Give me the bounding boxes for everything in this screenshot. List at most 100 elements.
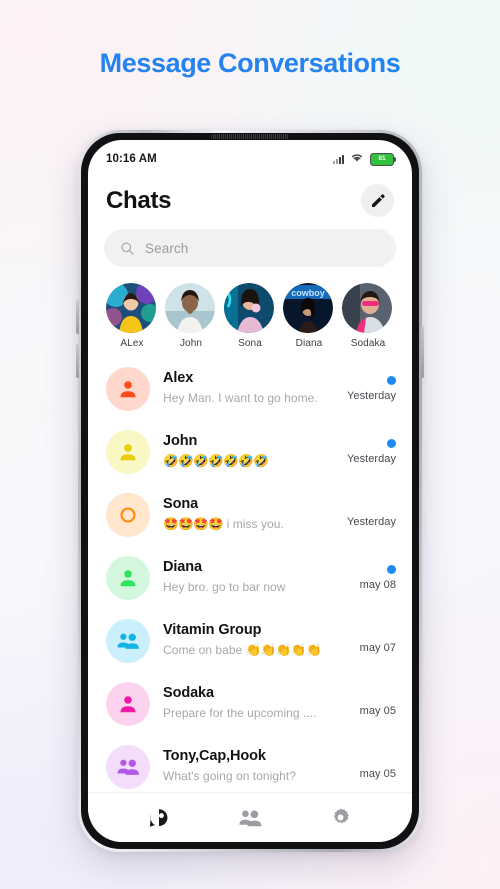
chat-list: Alex Hey Man. I want to go home. Yesterd… (88, 355, 412, 798)
battery-level: 81 (378, 154, 386, 162)
chat-meta: may 07 (342, 628, 396, 654)
battery-icon: 81 (370, 152, 397, 166)
stories-row: ALex John Sona cowboy Diana Sodaka (88, 273, 412, 355)
nav-chats-tab[interactable] (136, 801, 182, 835)
story-item[interactable]: cowboy Diana (283, 283, 335, 349)
story-name: John (179, 338, 203, 349)
chat-name: Sona (163, 496, 199, 513)
phone-mockup: 10:16 AM 81 Chats Search ALex John Sona … (76, 130, 424, 852)
chat-text: Sona 🤩🤩🤩🤩 i miss you. (163, 495, 329, 533)
chat-meta: may 05 (342, 691, 396, 717)
phone-screen: 10:16 AM 81 Chats Search ALex John Sona … (88, 140, 412, 842)
chat-preview: Come on babe 👏👏👏👏👏 (163, 641, 329, 660)
chat-name: Vitamin Group (163, 622, 262, 639)
chat-preview: 🤣🤣🤣🤣🤣🤣🤣 (163, 452, 329, 471)
chat-time: may 05 (359, 767, 396, 780)
chat-preview-emoji: 🤩🤩🤩🤩 (163, 516, 224, 531)
chat-text: Sodaka Prepare for the upcoming .... (163, 684, 329, 722)
story-item[interactable]: Sona (224, 283, 276, 349)
avatar (106, 681, 150, 726)
chat-time: may 07 (359, 641, 396, 654)
story-avatar[interactable] (342, 283, 392, 333)
group-icon (117, 759, 139, 775)
app-header: Chats (88, 172, 412, 221)
chat-preview: Hey bro. go to bar now (163, 578, 329, 597)
ring-icon (120, 506, 136, 523)
story-avatar[interactable] (224, 283, 274, 333)
chat-list-item[interactable]: Diana Hey bro. go to bar now may 08 (88, 546, 412, 609)
chat-preview: Prepare for the upcoming .... (163, 704, 329, 723)
story-item[interactable]: Sodaka (342, 283, 394, 349)
chat-preview-text: Hey bro. go to bar now (163, 579, 286, 594)
chat-preview-emoji: 🤣🤣🤣🤣🤣🤣🤣 (163, 453, 269, 468)
chat-name: Diana (163, 559, 202, 576)
compose-button[interactable] (361, 184, 394, 217)
avatar (106, 366, 150, 411)
svg-text:cowboy: cowboy (291, 288, 325, 298)
chat-time: Yesterday (347, 389, 396, 402)
nav-contacts-tab[interactable] (227, 801, 273, 835)
unread-badge (387, 375, 396, 385)
story-item[interactable]: ALex (106, 283, 158, 349)
chat-preview-text: Come on babe (163, 642, 246, 657)
person-icon (120, 380, 136, 397)
chat-time: may 05 (359, 704, 396, 717)
chat-list-item[interactable]: Alex Hey Man. I want to go home. Yesterd… (88, 357, 412, 420)
cellular-signal-icon (333, 154, 344, 164)
chat-text: Alex Hey Man. I want to go home. (163, 369, 329, 407)
story-avatar[interactable] (165, 283, 215, 333)
chat-time: Yesterday (347, 452, 396, 465)
chat-preview-text: Hey Man. I want to go home. (163, 390, 318, 405)
group-icon (117, 633, 139, 649)
volume-up-button[interactable] (76, 300, 79, 334)
person-icon (120, 443, 136, 460)
chat-meta: Yesterday (342, 438, 396, 465)
chat-name: Tony,Cap,Hook (163, 748, 266, 765)
gear-icon (334, 808, 349, 824)
bottom-navigation (88, 792, 412, 842)
status-bar: 10:16 AM 81 (88, 140, 412, 172)
avatar (106, 618, 150, 663)
chat-list-item[interactable]: Tony,Cap,Hook What's going on tonight? m… (88, 735, 412, 798)
unread-badge (387, 438, 396, 448)
story-name: Diana (295, 338, 323, 349)
chat-list-item[interactable]: Sodaka Prepare for the upcoming .... may… (88, 672, 412, 735)
power-button[interactable] (421, 326, 424, 378)
page-title: Message Conversations (99, 48, 401, 78)
avatar (106, 492, 150, 537)
nav-settings-tab[interactable] (318, 801, 364, 835)
unread-badge (387, 564, 396, 574)
avatar (106, 555, 150, 600)
chat-meta: Yesterday (342, 502, 396, 528)
chat-text: John 🤣🤣🤣🤣🤣🤣🤣 (163, 432, 329, 470)
story-avatar[interactable]: cowboy (283, 283, 333, 333)
chat-text: Tony,Cap,Hook What's going on tonight? (163, 747, 329, 785)
chat-preview-text: What's going on tonight? (163, 768, 296, 783)
story-name: Sodaka (350, 338, 386, 349)
search-section: Search (88, 221, 412, 273)
phone-inner-frame: 10:16 AM 81 Chats Search ALex John Sona … (81, 133, 419, 849)
chat-preview-text: Prepare for the upcoming .... (163, 705, 317, 720)
status-indicators: 81 (333, 150, 397, 168)
chat-meta: may 05 (342, 754, 396, 780)
chat-preview: What's going on tonight? (163, 767, 329, 786)
earpiece-speaker (211, 134, 289, 139)
chat-list-item[interactable]: Sona 🤩🤩🤩🤩 i miss you. Yesterday (88, 483, 412, 546)
pencil-icon (371, 193, 385, 207)
story-item[interactable]: John (165, 283, 217, 349)
chat-preview: Hey Man. I want to go home. (163, 389, 329, 408)
story-name: Sona (238, 338, 262, 349)
chat-meta: Yesterday (342, 375, 396, 402)
chat-list-item[interactable]: Vitamin Group Come on babe 👏👏👏👏👏 may 07 (88, 609, 412, 672)
chat-list-item[interactable]: John 🤣🤣🤣🤣🤣🤣🤣 Yesterday (88, 420, 412, 483)
chat-name: Sodaka (163, 685, 214, 702)
status-time: 10:16 AM (106, 153, 157, 165)
volume-down-button[interactable] (76, 344, 79, 378)
story-avatar[interactable] (106, 283, 156, 333)
story-name: ALex (120, 338, 144, 349)
chat-preview-emoji: 👏👏👏👏👏 (245, 642, 322, 657)
chat-time: Yesterday (347, 515, 396, 528)
avatar (106, 429, 150, 474)
page-heading: Chats (106, 186, 172, 214)
search-input[interactable]: Search (104, 229, 396, 267)
